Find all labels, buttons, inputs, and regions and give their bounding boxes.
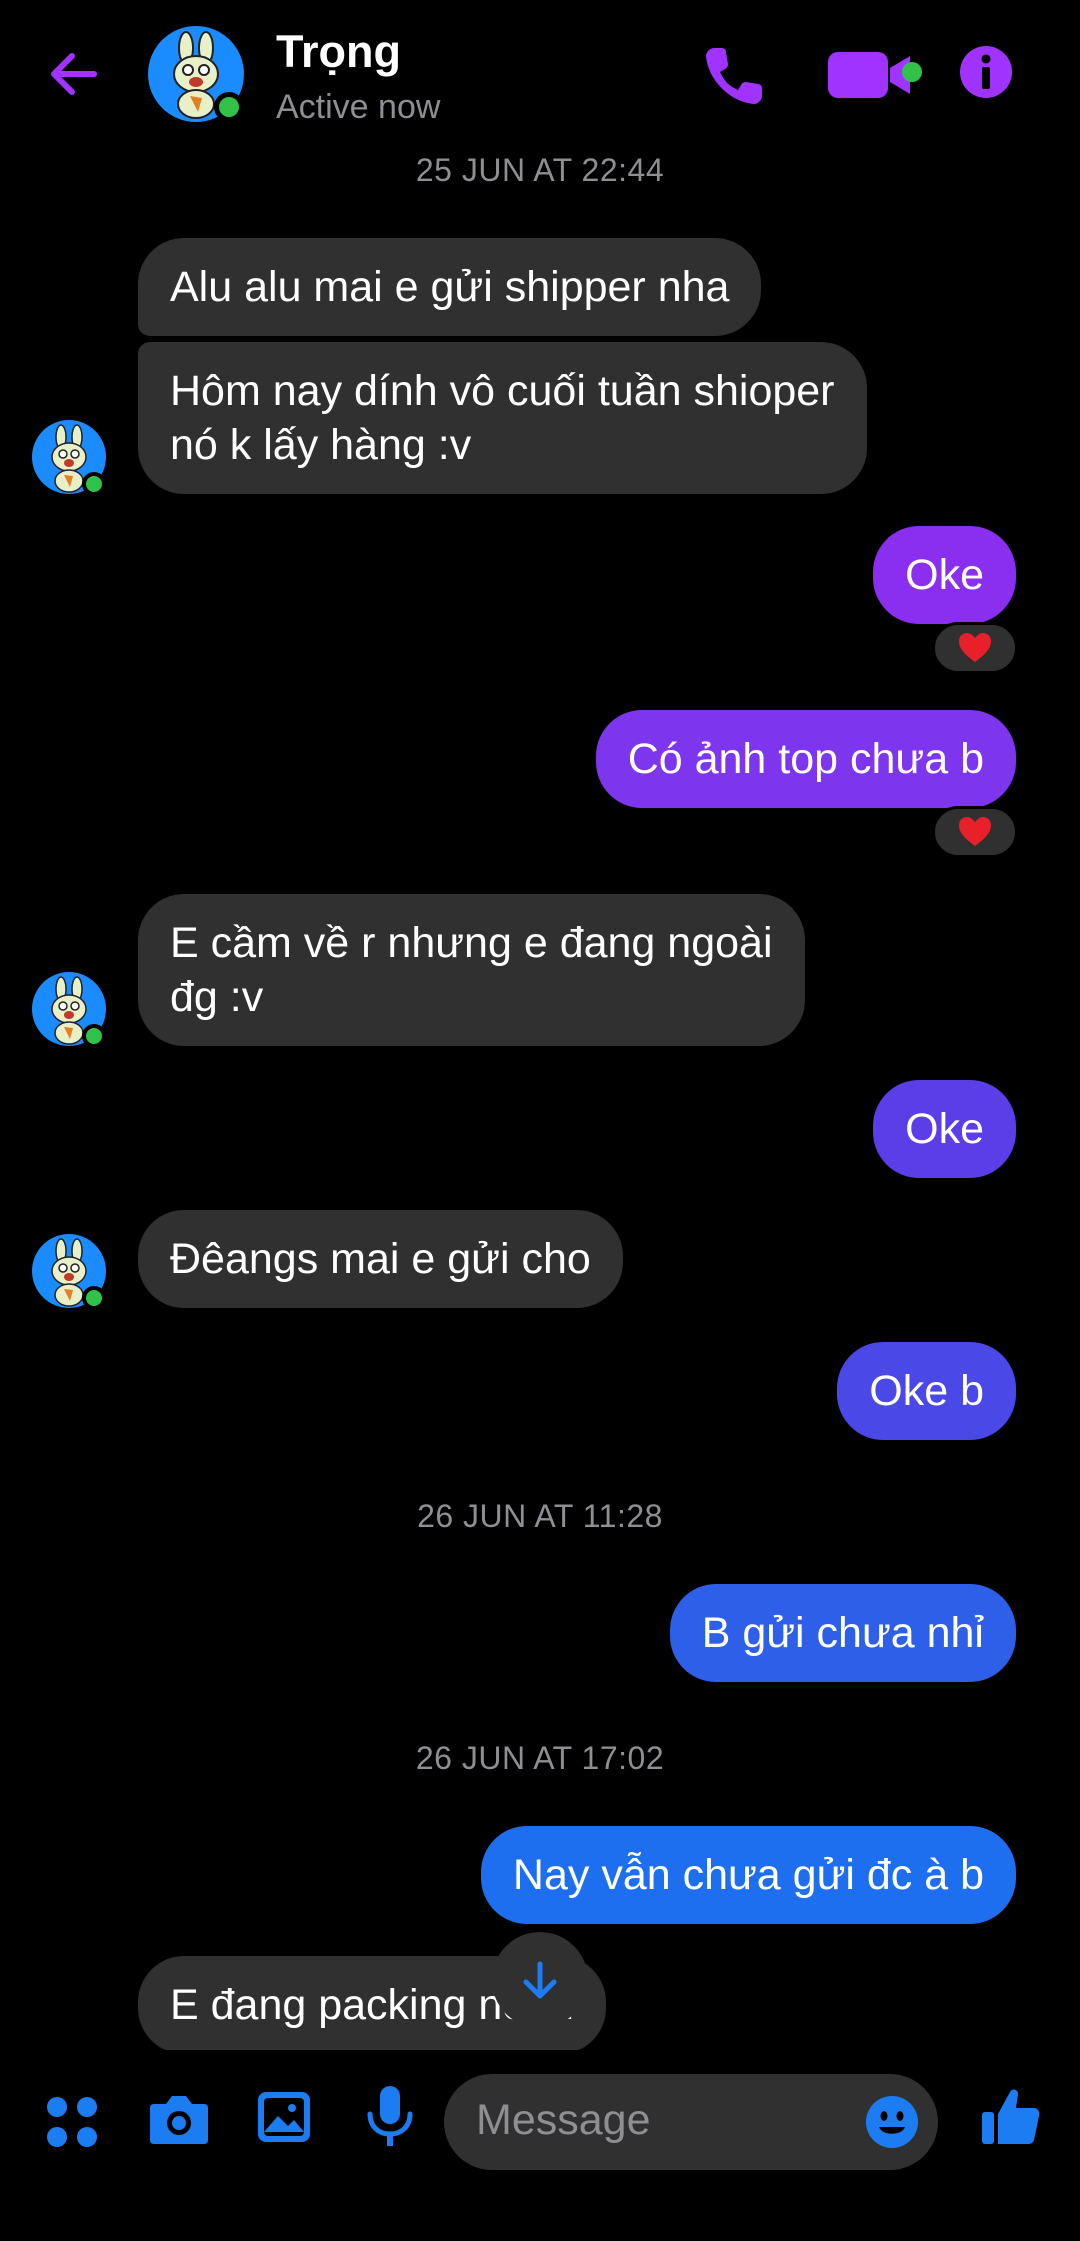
gallery-icon[interactable] xyxy=(256,2090,312,2144)
microphone-icon[interactable] xyxy=(366,2084,414,2150)
incoming-message[interactable]: Hôm nay dính vô cuối tuần shioper nó k l… xyxy=(138,342,867,494)
online-indicator xyxy=(82,472,106,496)
incoming-message[interactable]: Đêangs mai e gửi cho xyxy=(138,1210,623,1308)
active-status: Active now xyxy=(276,88,441,126)
heart-icon xyxy=(959,817,991,846)
apps-menu-icon[interactable] xyxy=(44,2094,100,2150)
info-icon[interactable] xyxy=(958,44,1014,100)
arrow-down-icon xyxy=(523,1961,557,1999)
video-active-dot xyxy=(902,62,922,82)
camera-icon[interactable] xyxy=(148,2090,210,2148)
incoming-message[interactable]: E cầm về r nhưng e đang ngoài đg :v xyxy=(138,894,805,1046)
online-indicator xyxy=(82,1024,106,1048)
heart-icon xyxy=(959,633,991,662)
message-line: nó k lấy hàng :v xyxy=(170,421,472,469)
outgoing-message[interactable]: Có ảnh top chưa b xyxy=(595,710,1016,808)
thumbs-up-icon[interactable] xyxy=(980,2086,1042,2148)
conversation-header: Trọng Active now xyxy=(0,0,1080,150)
outgoing-message[interactable]: B gửi chưa nhỉ xyxy=(669,1584,1016,1682)
online-indicator xyxy=(82,1286,106,1310)
message-input[interactable]: Message xyxy=(444,2074,938,2170)
contact-name[interactable]: Trọng xyxy=(276,26,401,78)
phone-call-icon[interactable] xyxy=(700,40,770,110)
heart-reaction[interactable] xyxy=(932,622,1018,674)
message-line: đg :v xyxy=(170,973,264,1021)
incoming-message[interactable]: Alu alu mai e gửi shipper nha xyxy=(138,238,762,336)
outgoing-message[interactable]: Nay vẫn chưa gửi đc à b xyxy=(480,1826,1016,1924)
timestamp: 26 JUN AT 17:02 xyxy=(415,1740,665,1776)
online-indicator xyxy=(214,92,244,122)
back-arrow-icon[interactable] xyxy=(44,44,104,104)
heart-reaction[interactable] xyxy=(932,806,1018,858)
scroll-to-bottom-button[interactable] xyxy=(492,1932,588,2028)
outgoing-message[interactable]: Oke b xyxy=(837,1342,1016,1440)
message-placeholder: Message xyxy=(476,2096,651,2144)
message-line: E cầm về r nhưng e đang ngoài xyxy=(170,919,773,967)
emoji-icon[interactable] xyxy=(864,2094,920,2150)
message-composer: Message xyxy=(0,2050,1080,2241)
timestamp: 26 JUN AT 11:28 xyxy=(417,1498,663,1534)
message-line: Hôm nay dính vô cuối tuần shioper xyxy=(170,367,835,415)
outgoing-message[interactable]: Oke xyxy=(873,526,1016,624)
timestamp: 25 JUN AT 22:44 xyxy=(415,152,665,188)
outgoing-message[interactable]: Oke xyxy=(873,1080,1016,1178)
